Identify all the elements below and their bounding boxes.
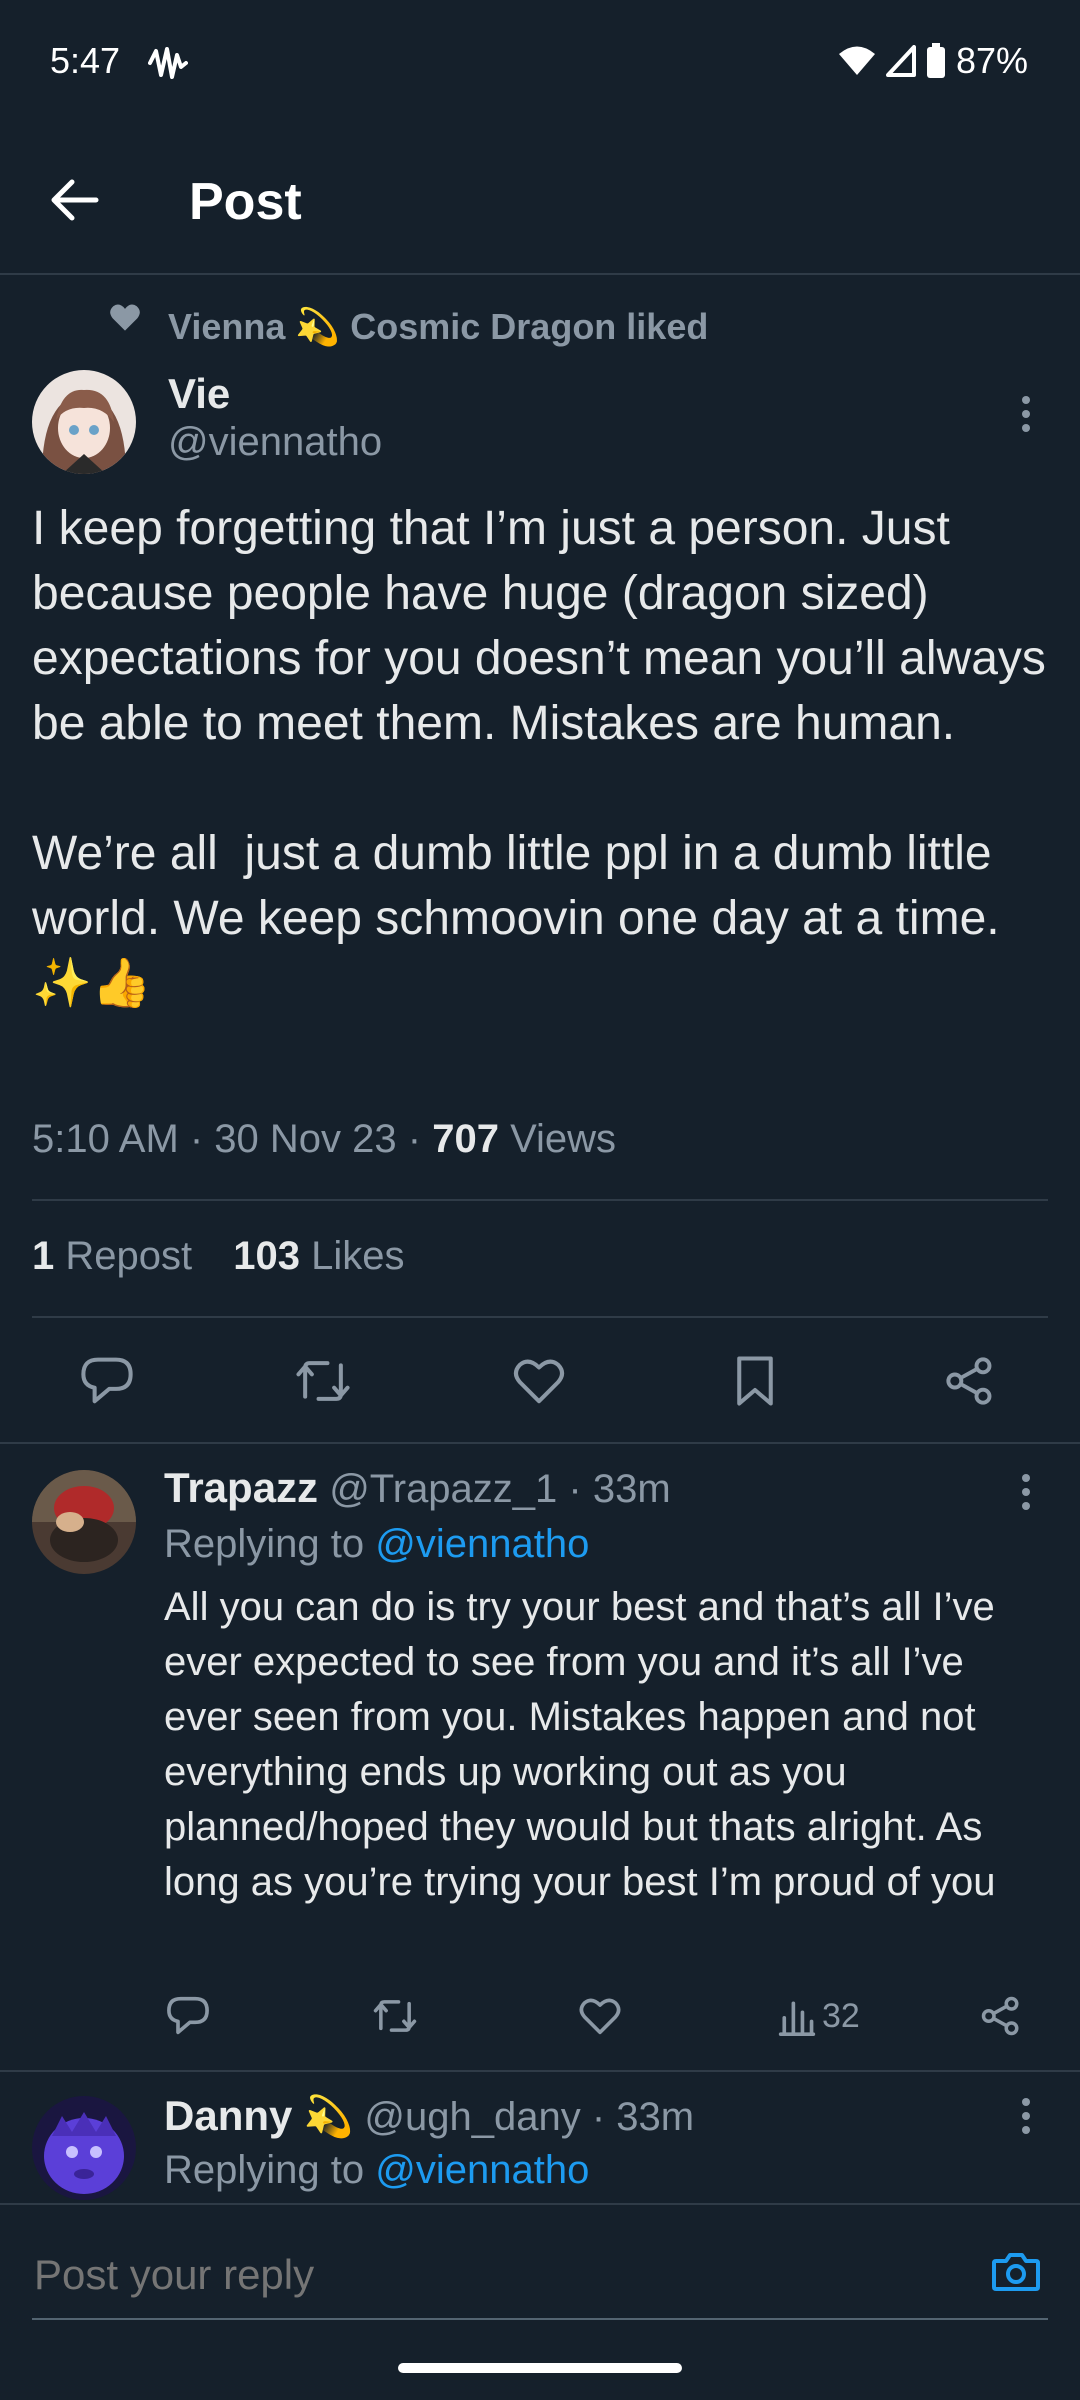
heart-filled-icon bbox=[108, 302, 142, 332]
composer-underline bbox=[32, 2318, 1048, 2320]
battery-percent: 87% bbox=[955, 40, 1028, 81]
repost-icon[interactable] bbox=[294, 1356, 352, 1406]
likes-label: Likes bbox=[299, 1234, 405, 1278]
activity-wave-icon bbox=[148, 45, 189, 81]
bookmark-icon[interactable] bbox=[732, 1354, 778, 1408]
reposts-label: Repost bbox=[54, 1234, 193, 1278]
reply-icon[interactable] bbox=[80, 1356, 134, 1406]
more-options-icon[interactable] bbox=[1016, 392, 1036, 436]
views-label: Views bbox=[498, 1117, 617, 1161]
like-heart-icon[interactable] bbox=[512, 1356, 566, 1406]
social-context[interactable]: Vienna 💫 Cosmic Dragon liked bbox=[168, 306, 708, 348]
reply-like-icon[interactable] bbox=[578, 1996, 622, 2036]
reply-input[interactable] bbox=[32, 2250, 936, 2300]
reply-avatar[interactable] bbox=[32, 2096, 136, 2200]
reply-author-handle[interactable]: @ugh_dany bbox=[364, 2095, 580, 2139]
replying-to: Replying to @viennatho bbox=[164, 1522, 589, 1567]
reply-views[interactable]: 32 bbox=[778, 1996, 860, 2036]
reply-header: Trapazz @Trapazz_1 · 33m bbox=[164, 1464, 671, 1512]
post-timestamp: 5:10 AM · 30 Nov 23 · bbox=[32, 1117, 433, 1161]
reply-author-name[interactable]: Danny bbox=[164, 2092, 292, 2139]
reply-time: · 33m bbox=[557, 1467, 671, 1511]
home-indicator[interactable] bbox=[398, 2363, 682, 2373]
meta-divider bbox=[32, 1199, 1048, 1201]
replying-to-handle[interactable]: @viennatho bbox=[375, 2148, 589, 2192]
reply-more-options-icon[interactable] bbox=[1016, 2094, 1036, 2138]
reply-text: All you can do is try your best and that… bbox=[164, 1585, 1006, 1904]
author-avatar[interactable] bbox=[32, 370, 136, 474]
post-meta: 5:10 AM · 30 Nov 23 · 707 Views bbox=[32, 1117, 616, 1162]
reply-repost-icon[interactable] bbox=[372, 1996, 418, 2036]
social-context-name: Vienna bbox=[168, 306, 286, 347]
replying-to-handle[interactable]: @viennatho bbox=[375, 1522, 589, 1566]
page-title: Post bbox=[189, 173, 302, 231]
cellular-signal-icon bbox=[885, 45, 916, 77]
wifi-icon bbox=[838, 45, 876, 77]
reply-reply-icon[interactable] bbox=[166, 1996, 210, 2036]
likes-count: 103 bbox=[233, 1234, 300, 1278]
composer-top-divider bbox=[0, 2203, 1080, 2205]
reply-author-emoji: 💫 bbox=[303, 2095, 354, 2139]
reply-share-icon[interactable] bbox=[980, 1994, 1022, 2038]
battery-icon bbox=[926, 43, 946, 79]
reposts-stat[interactable]: 1 Repost bbox=[32, 1234, 192, 1278]
social-context-emoji: 💫 bbox=[295, 306, 341, 347]
reply-divider bbox=[0, 2070, 1080, 2072]
post-text: I keep forgetting that I’m just a person… bbox=[32, 502, 1046, 1010]
share-icon[interactable] bbox=[944, 1354, 996, 1408]
reply-views-count: 32 bbox=[822, 1996, 860, 2035]
reply-more-options-icon[interactable] bbox=[1016, 1470, 1036, 1514]
header-divider bbox=[0, 273, 1080, 275]
reply-time: · 33m bbox=[580, 2095, 695, 2139]
status-time: 5:47 bbox=[50, 40, 189, 82]
social-context-suffix: Cosmic Dragon liked bbox=[350, 306, 709, 347]
author-name[interactable]: Vie bbox=[168, 370, 230, 418]
reply-header: Danny 💫 @ugh_dany · 33m bbox=[164, 2092, 694, 2140]
reply-author-handle[interactable]: @Trapazz_1 bbox=[329, 1467, 557, 1511]
back-arrow-icon[interactable] bbox=[46, 176, 102, 224]
author-handle[interactable]: @viennatho bbox=[168, 420, 382, 465]
reposts-count: 1 bbox=[32, 1234, 55, 1278]
views-count: 707 bbox=[432, 1117, 499, 1161]
actions-divider bbox=[0, 1442, 1080, 1444]
replying-to-prefix: Replying to bbox=[164, 1522, 376, 1566]
camera-icon[interactable] bbox=[990, 2246, 1042, 2296]
replying-to-prefix: Replying to bbox=[164, 2148, 376, 2192]
reply-author-name[interactable]: Trapazz bbox=[164, 1464, 318, 1511]
status-time-text: 5:47 bbox=[50, 40, 121, 81]
post-stats: 1 Repost 103 Likes bbox=[32, 1234, 404, 1279]
likes-stat[interactable]: 103 Likes bbox=[233, 1234, 404, 1278]
reply-avatar[interactable] bbox=[32, 1470, 136, 1574]
replying-to: Replying to @viennatho bbox=[164, 2148, 589, 2193]
status-icons: 87% bbox=[838, 40, 1028, 82]
stats-divider bbox=[32, 1316, 1048, 1318]
views-chart-icon bbox=[778, 1996, 816, 2036]
